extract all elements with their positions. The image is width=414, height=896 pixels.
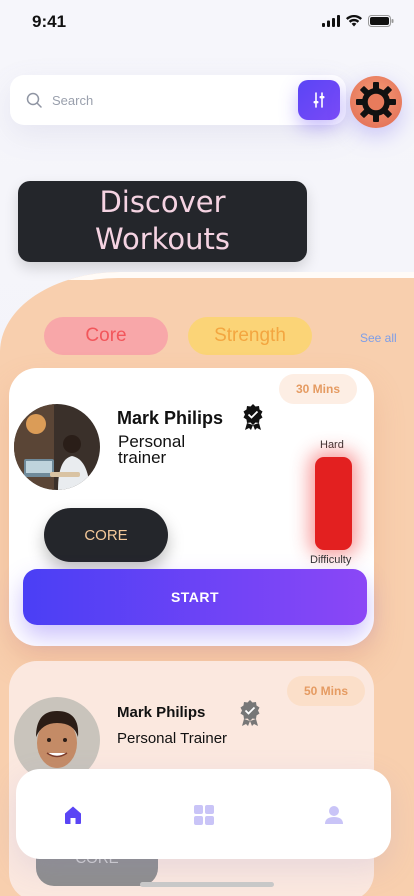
trainer-photo [14,404,100,490]
page-title-line2: Workouts [94,222,230,256]
signal-icon [322,15,340,27]
grid-icon [194,805,214,825]
duration-badge: 50 Mins [287,676,365,706]
settings-button[interactable] [350,76,402,128]
trainer-name: Mark Philips [117,408,224,428]
category-pill-core[interactable]: Core [44,317,168,355]
page-title-line1: Discover [99,185,226,219]
filter-icon [313,92,325,108]
home-icon [65,806,81,824]
difficulty-meter [315,457,352,550]
verified-badge-icon [243,404,263,430]
difficulty-label: Difficulty [310,554,352,566]
trainer-role-line2: trainer [118,448,167,467]
home-indicator [140,882,274,887]
status-time: 9:41 [32,12,67,31]
page-title: Discover Workouts [18,181,307,262]
duration-badge: 30 Mins [279,374,357,404]
wifi-icon [346,15,362,27]
trainer-name: Mark Philips [117,704,206,721]
workout-tag: CORE [44,508,168,562]
trainer-role: Personal Trainer [117,730,228,747]
start-button[interactable]: START [23,569,367,625]
filter-button[interactable] [298,80,340,120]
status-bar: 9:41 [0,0,414,44]
search-input[interactable]: Search [52,93,93,108]
search-icon [26,92,42,108]
nav-home[interactable] [61,803,85,827]
verified-badge-icon [240,700,260,726]
gear-icon [356,82,396,122]
category-pill-strength[interactable]: Strength [188,317,312,355]
battery-icon [368,15,394,27]
nav-profile[interactable] [322,803,346,827]
bottom-nav [16,769,391,859]
profile-icon [325,806,343,824]
trainer-avatar [14,404,100,490]
nav-categories[interactable] [192,803,216,827]
difficulty-top-label: Hard [320,439,344,451]
search-bar[interactable]: Search [10,75,346,125]
status-icons [322,15,394,27]
see-all-link[interactable]: See all [360,331,397,345]
trainer-role: Personal trainer [118,433,185,467]
